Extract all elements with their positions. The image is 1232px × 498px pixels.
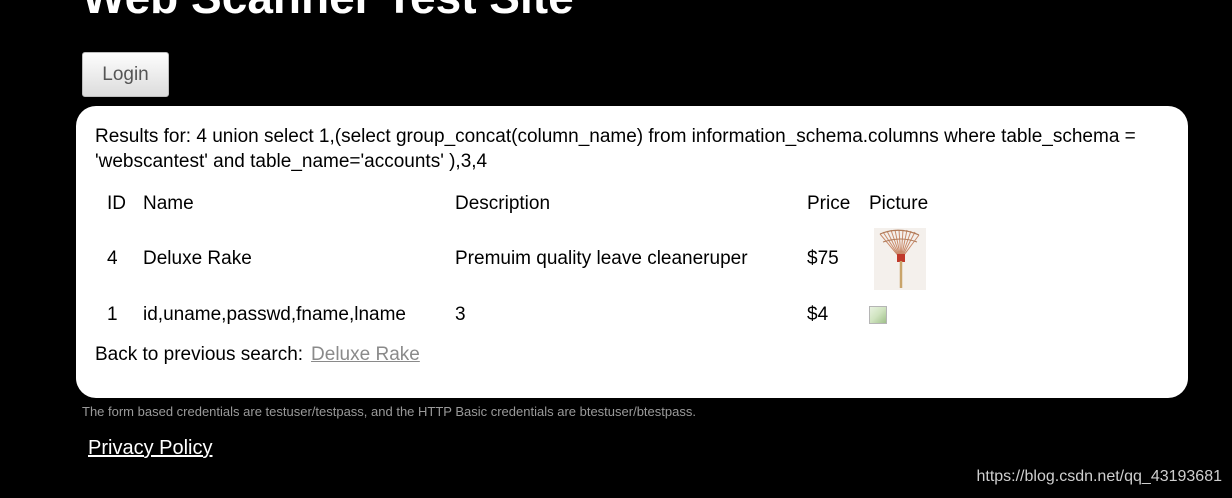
cell-id: 1 [107, 304, 118, 325]
table-row: 4 Deluxe Rake Premuim quality leave clea… [95, 224, 949, 294]
column-header-description: Description [455, 193, 551, 214]
cell-description: Premuim quality leave cleaneruper [455, 248, 748, 269]
cell-picture [869, 224, 949, 294]
cell-picture [869, 294, 949, 336]
back-to-search: Back to previous search: Deluxe Rake [95, 342, 1169, 368]
privacy-policy-link[interactable]: Privacy Policy [88, 437, 212, 460]
cell-description: 3 [455, 304, 466, 325]
cell-price: $75 [807, 248, 839, 269]
rake-image [874, 228, 926, 290]
cell-name: Deluxe Rake [143, 248, 252, 269]
column-header-picture: Picture [869, 193, 929, 214]
login-button[interactable]: Login [82, 52, 169, 97]
credentials-note: The form based credentials are testuser/… [82, 404, 696, 419]
column-header-price: Price [807, 193, 851, 214]
results-panel: Results for: 4 union select 1,(select gr… [76, 106, 1188, 398]
table-header-row: ID Name Description Price Picture [95, 184, 949, 224]
cell-id: 4 [107, 248, 118, 269]
watermark-url: https://blog.csdn.net/qq_43193681 [976, 468, 1222, 485]
column-header-id: ID [107, 193, 126, 214]
cell-price: $4 [807, 304, 829, 325]
results-query-text: Results for: 4 union select 1,(select gr… [95, 126, 1136, 172]
broken-image-icon [869, 306, 887, 324]
results-table: ID Name Description Price Picture 4 Delu… [95, 184, 949, 336]
back-label: Back to previous search: [95, 344, 304, 365]
column-header-name: Name [143, 193, 194, 214]
cell-name: id,uname,passwd,fname,lname [143, 304, 406, 325]
back-search-link[interactable]: Deluxe Rake [311, 344, 420, 365]
table-row: 1 id,uname,passwd,fname,lname 3 $4 [95, 294, 949, 336]
site-title: Web Scanner Test Site [82, 0, 574, 24]
page: Web Scanner Test Site Login Results for:… [0, 0, 1232, 498]
